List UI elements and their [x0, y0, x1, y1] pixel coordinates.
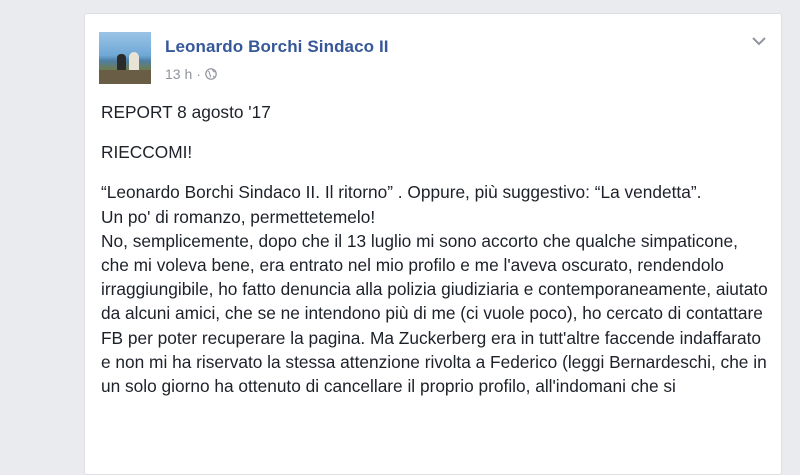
- globe-icon[interactable]: [205, 68, 217, 80]
- meta-separator: ·: [196, 66, 201, 82]
- post-paragraph: No, semplicemente, dopo che il 13 luglio…: [101, 230, 768, 397]
- post-paragraph: Un po' di romanzo, permettetemelo!: [101, 206, 376, 227]
- post-card: Leonardo Borchi Sindaco II 13 h · REPORT…: [84, 13, 782, 475]
- post-timestamp[interactable]: 13 h: [165, 66, 192, 82]
- avatar[interactable]: [99, 32, 151, 84]
- chevron-down-icon[interactable]: [751, 34, 767, 48]
- post-paragraph: RIECCOMI!: [101, 142, 193, 163]
- post-paragraph: “Leonardo Borchi Sindaco II. Il ritorno”…: [101, 182, 702, 203]
- post-paragraph: REPORT 8 agosto '17: [101, 102, 271, 122]
- post-body: REPORT 8 agosto '17 RIECCOMI! “Leonardo …: [101, 100, 769, 398]
- post-meta: 13 h ·: [165, 66, 217, 82]
- avatar-rock: [99, 70, 151, 84]
- author-name-link[interactable]: Leonardo Borchi Sindaco II: [165, 37, 389, 57]
